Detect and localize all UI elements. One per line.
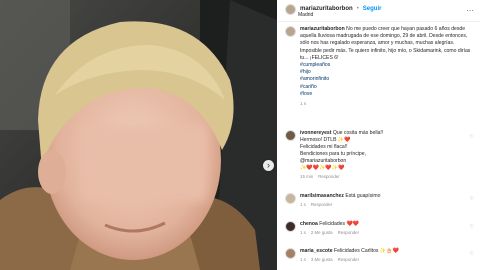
avatar[interactable] bbox=[285, 248, 296, 259]
comment: chenoa Felicidades ❤️❤️ 1 s 2 Me gusta Res… bbox=[285, 221, 474, 236]
child-photo-image bbox=[0, 0, 277, 270]
comment-line: @mariazuritaborbon bbox=[300, 158, 347, 164]
comment-time: 1 s bbox=[300, 257, 306, 262]
comment: ivonnereyest Que cosita más bella!! Herm… bbox=[285, 130, 474, 180]
heart-icon[interactable]: ♡ bbox=[470, 134, 474, 140]
header-divider bbox=[277, 21, 480, 22]
comment-time: 15 min bbox=[300, 174, 314, 179]
heart-icon[interactable]: ♡ bbox=[470, 196, 474, 202]
more-options-icon[interactable]: ... bbox=[467, 6, 474, 13]
avatar[interactable] bbox=[285, 26, 296, 37]
comment-username[interactable]: chenoa bbox=[300, 221, 318, 227]
caption-time: 1 s bbox=[300, 101, 307, 107]
hashtag[interactable]: #cariño bbox=[300, 84, 474, 91]
comment-line: ✨❤️❤️✨❤️✨❤️ bbox=[300, 165, 345, 171]
heart-icon[interactable]: ♡ bbox=[470, 251, 474, 257]
avatar[interactable] bbox=[285, 193, 296, 204]
post-photo[interactable]: › bbox=[0, 0, 277, 270]
avatar[interactable] bbox=[285, 3, 296, 15]
hashtag[interactable]: #amorinfinito bbox=[300, 76, 474, 83]
comment-line: Que cosita más bella!! bbox=[332, 130, 384, 136]
comment-likes[interactable]: 2 Me gusta bbox=[311, 229, 333, 236]
comment-username[interactable]: marilsimasanchez bbox=[300, 193, 344, 199]
comment-username[interactable]: maria_escote bbox=[300, 248, 333, 254]
comment-text: Felicidades Carlitos ✨🎂❤️ bbox=[334, 248, 399, 254]
caption-username[interactable]: mariazuritaborbon bbox=[300, 26, 345, 32]
separator-dot: • bbox=[356, 6, 359, 12]
avatar[interactable] bbox=[285, 130, 296, 141]
comment-line: Hermoso! DTLB ✨❤️ bbox=[300, 137, 351, 143]
chevron-right-icon: › bbox=[267, 160, 270, 170]
comment: marilsimasanchez Está guapísimo 1 s Respo… bbox=[285, 193, 474, 208]
post-header: mariazuritaborbon • Seguir ... bbox=[285, 2, 474, 16]
caption-text: mariazuritaborbon No me puedo creer que … bbox=[300, 26, 470, 61]
reply-button[interactable]: Responder bbox=[318, 173, 339, 180]
comment-time: 1 s bbox=[300, 230, 306, 235]
comment-username[interactable]: ivonnereyest bbox=[300, 130, 331, 136]
reply-button[interactable]: Responder bbox=[311, 201, 332, 208]
post-details-panel: mariazuritaborbon • Seguir ... Madrid ma… bbox=[277, 0, 480, 270]
follow-button[interactable]: Seguir bbox=[363, 6, 382, 12]
comment-likes[interactable]: 3 Me gusta bbox=[311, 256, 333, 263]
comment-line: Bendiciones para tu príncipe, bbox=[300, 151, 366, 157]
comment-line: Felicidades mi flaca!! bbox=[300, 144, 348, 150]
hashtag[interactable]: #cumpleaños bbox=[300, 62, 474, 69]
caption: mariazuritaborbon No me puedo creer que … bbox=[285, 26, 474, 107]
post-location[interactable]: Madrid bbox=[298, 12, 313, 18]
comment-text: Felicidades ❤️❤️ bbox=[319, 221, 360, 227]
comment: maria_escote Felicidades Carlitos ✨🎂❤️ 1… bbox=[285, 248, 474, 263]
reply-button[interactable]: Responder bbox=[338, 256, 359, 263]
next-photo-button[interactable]: › bbox=[263, 160, 274, 171]
avatar[interactable] bbox=[285, 221, 296, 232]
hashtag[interactable]: #love bbox=[300, 91, 474, 98]
comment-time: 1 s bbox=[300, 202, 306, 207]
hashtag[interactable]: #hijo bbox=[300, 69, 474, 76]
comment-text: Está guapísimo bbox=[345, 193, 381, 199]
heart-icon[interactable]: ♡ bbox=[470, 224, 474, 230]
reply-button[interactable]: Responder bbox=[338, 229, 359, 236]
